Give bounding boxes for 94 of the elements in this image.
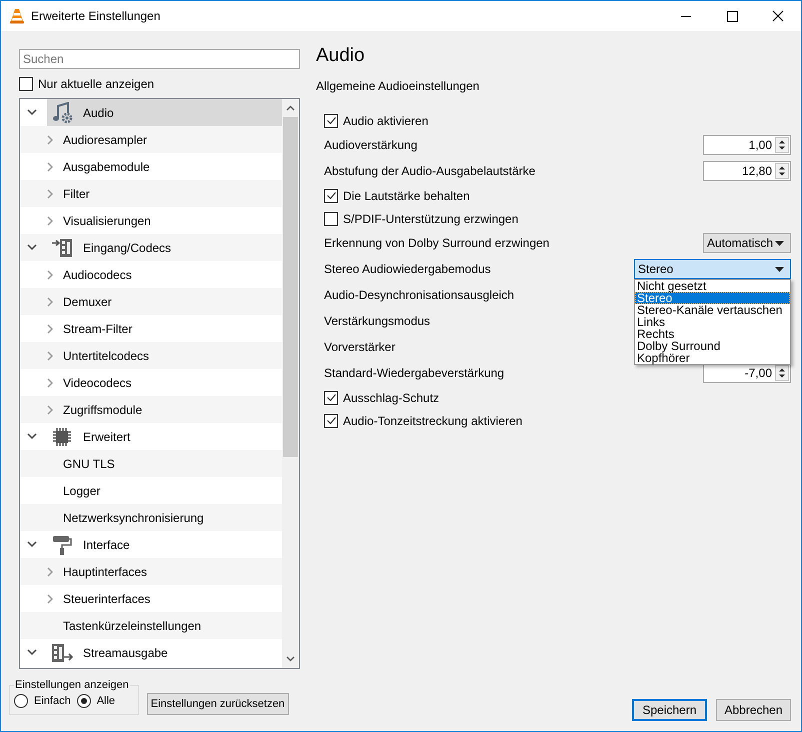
checkbox[interactable]	[19, 77, 33, 91]
chevron-right-icon[interactable]	[47, 162, 54, 172]
radio-button[interactable]	[14, 694, 28, 708]
save-button[interactable]: Speichern	[632, 699, 707, 721]
scroll-up-icon[interactable]	[286, 105, 295, 111]
chevron-right-icon[interactable]	[47, 594, 54, 604]
tree-item[interactable]: Visualisierungen	[63, 214, 151, 228]
chevron-right-icon[interactable]	[47, 405, 54, 415]
spin-arrows-icon[interactable]	[775, 365, 789, 381]
tree-item[interactable]: Untertitelcodecs	[63, 348, 150, 362]
checkbox[interactable]	[324, 114, 338, 128]
chevron-right-icon[interactable]	[47, 189, 54, 199]
tree-item[interactable]: Videocodecs	[63, 376, 132, 390]
dropdown-option[interactable]: Nicht gesetzt	[635, 280, 790, 292]
music-note-gear-icon	[51, 102, 73, 124]
checkbox[interactable]	[324, 188, 338, 202]
reset-button[interactable]: Einstellungen zurücksetzen	[146, 693, 289, 715]
chevron-down-icon[interactable]	[27, 433, 37, 440]
dropdown-option[interactable]: Dolby Surround	[635, 340, 790, 352]
chevron-right-icon[interactable]	[47, 324, 54, 334]
checkbox-label: Die Lautstärke behalten	[343, 188, 470, 202]
scroll-down-icon[interactable]	[286, 656, 295, 662]
dropdown-arrow-icon	[775, 266, 784, 272]
chevron-right-icon[interactable]	[47, 216, 54, 226]
dropdown[interactable]: Stereo	[634, 259, 791, 279]
spin-box[interactable]: -7,00	[703, 363, 791, 383]
dropdown[interactable]: Automatisch	[703, 233, 791, 253]
chevron-right-icon[interactable]	[47, 297, 54, 307]
tree-item[interactable]: Hauptinterfaces	[63, 564, 148, 578]
checkbox-label: Ausschlag-Schutz	[343, 390, 440, 404]
tree-item[interactable]: Logger	[63, 484, 100, 498]
setting-label: Verstärkungsmodus	[324, 314, 430, 328]
tree-item[interactable]: Stream-Filter	[63, 322, 132, 336]
tree-item[interactable]: Demuxer	[63, 294, 112, 308]
checkbox-label: S/PDIF-Unterstützung erzwingen	[343, 212, 518, 226]
panel-subtitle: Allgemeine Audioeinstellungen	[316, 79, 480, 93]
setting-label: Vorverstärker	[324, 340, 396, 354]
chevron-right-icon[interactable]	[47, 270, 54, 280]
spin-arrows-icon[interactable]	[775, 137, 789, 153]
dropdown-option[interactable]: Links	[635, 316, 790, 328]
checkbox[interactable]	[324, 390, 338, 404]
setting-label: Erkennung von Dolby Surround erzwingen	[324, 236, 550, 250]
spin-box[interactable]: 1,00	[703, 135, 791, 155]
tree-item[interactable]: Streamausgabe	[47, 639, 282, 666]
tree-item[interactable]: Audioresampler	[63, 132, 148, 146]
checkbox-label: Audio aktivieren	[343, 114, 428, 128]
setting-label: Abstufung der Audio-Ausgabelautstärke	[324, 164, 536, 178]
dropdown-option[interactable]: Stereo-Kanäle vertauschen	[635, 304, 790, 316]
dropdown-option[interactable]: Rechts	[635, 328, 790, 340]
cone-icon	[9, 8, 25, 24]
window-title: Erweiterte Einstellungen	[31, 9, 162, 23]
chevron-right-icon[interactable]	[47, 378, 54, 388]
chevron-down-icon[interactable]	[27, 649, 37, 656]
checkbox[interactable]	[324, 414, 338, 428]
chip-icon	[51, 426, 73, 448]
radio-label: Alle	[96, 695, 116, 707]
chevron-right-icon[interactable]	[47, 351, 54, 361]
setting-label: Standard-Wiedergabeverstärkung	[324, 366, 504, 380]
film-arrow-icon	[51, 642, 73, 664]
checkbox-label: Audio-Tonzeitstreckung aktivieren	[343, 414, 522, 428]
tree-item[interactable]: Erweitert	[47, 423, 282, 450]
chevron-down-icon[interactable]	[27, 244, 37, 251]
film-arrow-icon	[51, 236, 73, 258]
spin-arrows-icon[interactable]	[775, 163, 789, 179]
spin-box[interactable]: 12,80	[703, 161, 791, 181]
dropdown-arrow-icon	[775, 240, 784, 246]
tree-item[interactable]: Audio	[47, 99, 282, 126]
tree-item[interactable]: Zugriffsmodule	[63, 402, 142, 416]
chevron-down-icon[interactable]	[27, 109, 37, 116]
setting-label: Audio-Desynchronisationsausgleich	[324, 288, 514, 302]
panel-title: Audio	[316, 45, 366, 67]
scrollbar-thumb[interactable]	[283, 117, 298, 457]
radio-button[interactable]	[76, 694, 91, 708]
setting-label: Audioverstärkung	[324, 138, 418, 152]
dropdown-option[interactable]: Stereo	[635, 292, 790, 304]
radio-label: Einfach	[34, 695, 71, 707]
group-title: Einstellungen anzeigen	[14, 679, 130, 691]
checkbox-label: Nur aktuelle anzeigen	[38, 77, 154, 91]
chevron-right-icon[interactable]	[47, 135, 54, 145]
chevron-right-icon[interactable]	[47, 567, 54, 577]
tree-item[interactable]: Filter	[63, 186, 90, 200]
tree-item[interactable]: GNU TLS	[63, 456, 115, 470]
tree-item[interactable]: Interface	[47, 531, 282, 558]
search-field[interactable]: Suchen	[19, 49, 300, 69]
paint-roller-icon	[51, 534, 73, 556]
tree-item[interactable]: Steuerinterfaces	[63, 592, 150, 606]
chevron-down-icon[interactable]	[27, 541, 37, 548]
scrollbar[interactable]	[282, 99, 299, 668]
dropdown-option[interactable]: Kopfhörer	[635, 352, 790, 364]
tree-item[interactable]: Audiocodecs	[63, 268, 132, 282]
setting-label: Stereo Audiowiedergabemodus	[324, 262, 491, 276]
checkbox[interactable]	[324, 212, 338, 226]
tree-item[interactable]: Ausgabemodule	[63, 160, 150, 174]
cancel-button[interactable]: Abbrechen	[716, 699, 791, 721]
